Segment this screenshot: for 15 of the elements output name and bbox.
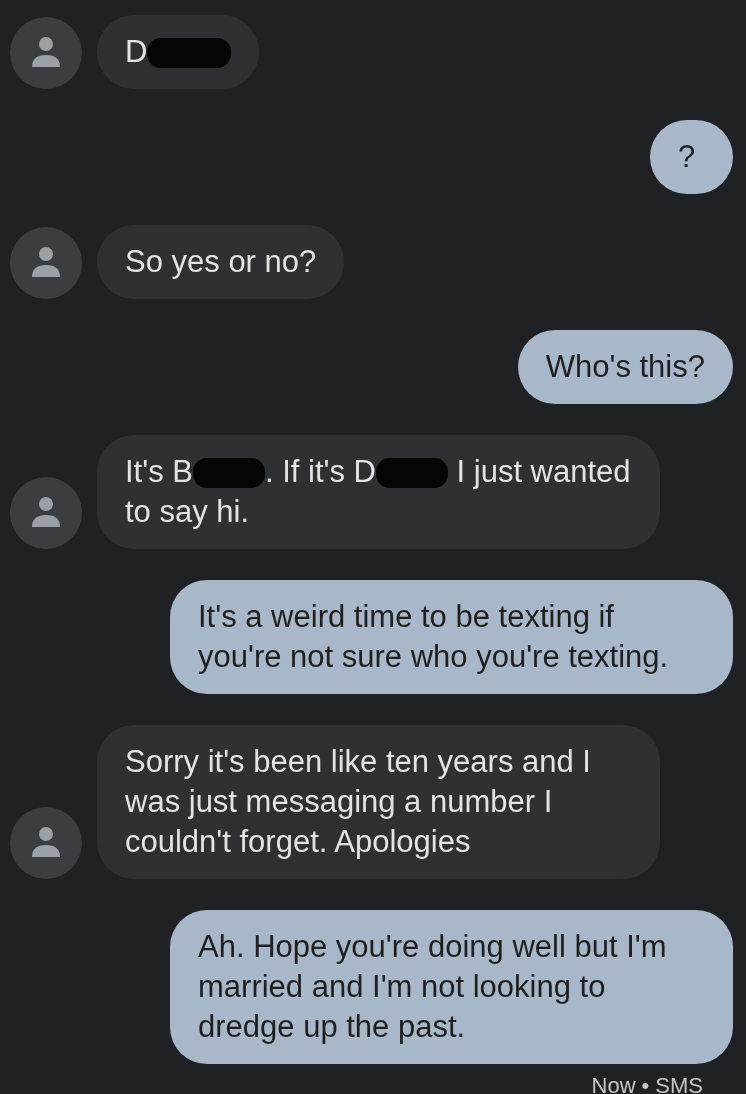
incoming-message-bubble: Sorry it's been like ten years and I was just messaging a number I couldn't forget. Apologies (97, 725, 660, 879)
avatar-icon (10, 477, 82, 549)
avatar-icon (10, 227, 82, 299)
incoming-message-bubble: So yes or no? (97, 225, 345, 299)
status-time: Now (591, 1073, 636, 1094)
outgoing-message-bubble: ? (650, 120, 733, 194)
avatar-icon (10, 17, 82, 89)
outgoing-message-bubble: Ah. Hope you're doing well but I'm married and I'm not looking to dredge up the past. (170, 910, 733, 1064)
outgoing-message-bubble: It's a weird time to be texting if you're not sure who you're texting. (170, 580, 733, 694)
separator-dot: • (641, 1073, 650, 1094)
message-channel: SMS (655, 1073, 703, 1094)
incoming-message-bubble: It's B . If it's D I just wanted to say hi. (97, 435, 660, 549)
outgoing-message-bubble: Who's this? (517, 330, 733, 404)
avatar-icon (10, 807, 82, 879)
incoming-message-bubble: D (97, 15, 260, 89)
